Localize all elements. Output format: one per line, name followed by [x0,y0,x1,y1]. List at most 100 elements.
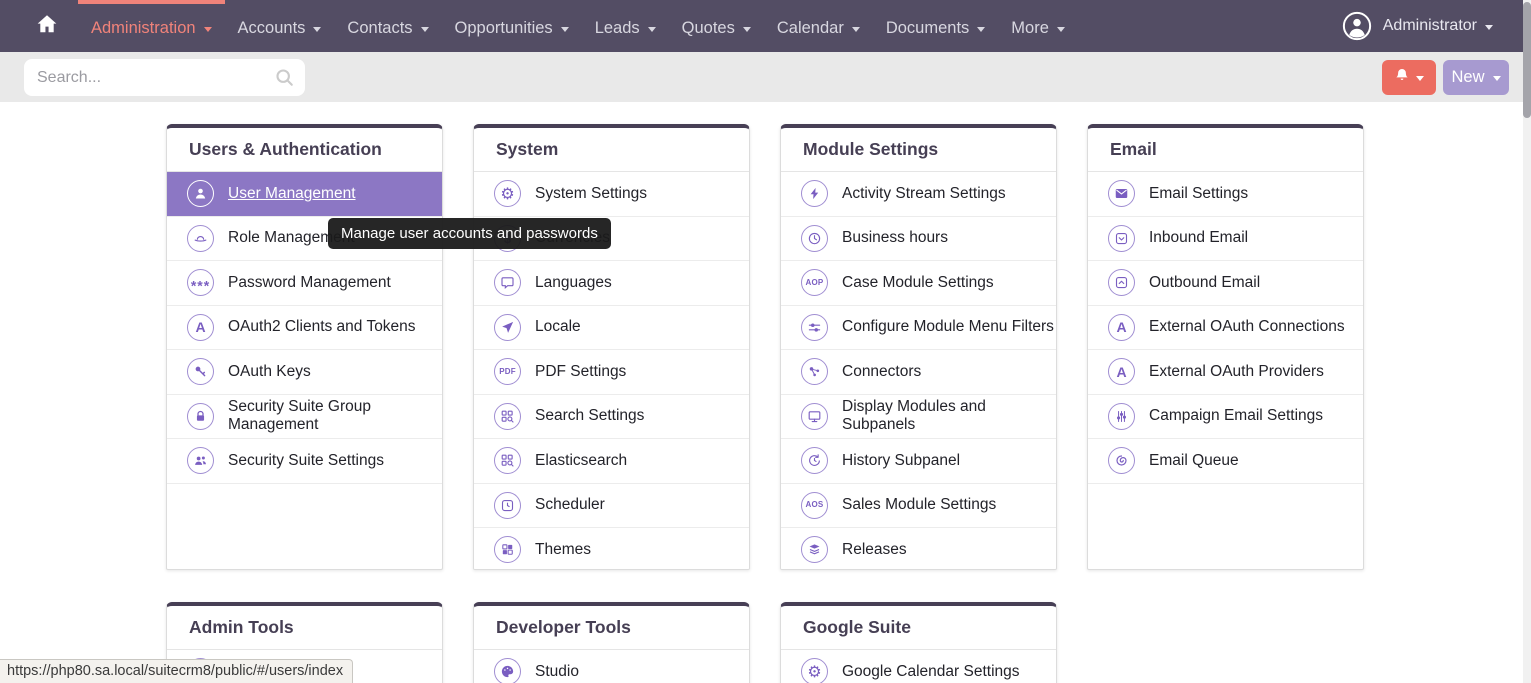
admin-link-configure-module-menu-filters[interactable]: Configure Module Menu Filters [781,306,1056,351]
user-icon [187,180,214,207]
monitor-icon [801,403,828,430]
admin-link-case-module-settings[interactable]: AOPCase Module Settings [781,261,1056,306]
card-google-suite: Google Suite ⚙Google Calendar Settings [780,602,1057,683]
clock-icon [801,225,828,252]
card-header: Google Suite [781,606,1056,650]
admin-link-studio[interactable]: Studio [474,650,749,683]
key-icon [187,358,214,385]
oauth-a-icon: A [1108,314,1135,341]
pdf-icon: PDF [494,358,521,385]
scrollbar-thumb[interactable] [1523,2,1531,118]
admin-link-user-management[interactable]: User Management [167,172,442,217]
user-menu[interactable]: Administrator [1342,0,1493,52]
admin-link-connectors[interactable]: Connectors [781,350,1056,395]
admin-link-pdf-settings[interactable]: PDF PDF Settings [474,350,749,395]
nav-item-quotes[interactable]: Quotes [669,0,764,52]
chevron-down-icon [561,27,569,32]
nav-item-label: Calendar [777,19,844,38]
nav-item-contacts[interactable]: Contacts [334,0,441,52]
card-header: Developer Tools [474,606,749,650]
admin-link-security-suite-group-management[interactable]: Security Suite Group Management [167,395,442,440]
admin-link-outbound-email[interactable]: Outbound Email [1088,261,1363,306]
home-button[interactable] [26,0,68,52]
admin-link-system-settings[interactable]: ⚙System Settings [474,172,749,217]
card-title: Google Suite [803,617,911,638]
admin-link-oauth2-clients-and-tokens[interactable]: A OAuth2 Clients and Tokens [167,306,442,351]
admin-link-label: OAuth Keys [228,363,311,381]
bell-icon [1394,67,1410,88]
nav-item-leads[interactable]: Leads [582,0,669,52]
admin-link-label: OAuth2 Clients and Tokens [228,318,416,336]
chevron-down-icon [421,27,429,32]
sliders-h-icon [801,314,828,341]
admin-link-scheduler[interactable]: Scheduler [474,484,749,529]
admin-link-security-suite-settings[interactable]: Security Suite Settings [167,439,442,484]
oauth-a-icon: A [187,314,214,341]
inbound-mail-icon [1108,225,1135,252]
admin-link-business-hours[interactable]: Business hours [781,217,1056,262]
chevron-down-icon [1485,25,1493,30]
scrollbar-track[interactable] [1523,0,1531,683]
nav-item-label: Opportunities [455,19,553,38]
nav-item-accounts[interactable]: Accounts [225,0,335,52]
admin-link-label: User Management [228,185,356,203]
admin-link-languages[interactable]: Languages [474,261,749,306]
nav-item-opportunities[interactable]: Opportunities [442,0,582,52]
nav-item-more[interactable]: More [998,0,1078,52]
notifications-button[interactable] [1382,60,1436,95]
nav-item-calendar[interactable]: Calendar [764,0,873,52]
oauth-a-icon: A [1108,358,1135,385]
admin-link-history-subpanel[interactable]: History Subpanel [781,439,1056,484]
user-name: Administrator [1383,17,1477,35]
share-nodes-icon [801,358,828,385]
admin-link-inbound-email[interactable]: Inbound Email [1088,217,1363,262]
gear-icon: ⚙ [494,180,521,207]
nav-item-administration[interactable]: Administration [78,0,225,52]
card-header: System [474,128,749,172]
admin-link-elasticsearch[interactable]: Elasticsearch [474,439,749,484]
search-icon[interactable] [274,67,295,93]
admin-link-label: Security Suite Group Management [228,398,442,434]
nav-item-label: Leads [595,19,640,38]
snail-icon [1108,447,1135,474]
admin-link-sales-module-settings[interactable]: AOSSales Module Settings [781,484,1056,529]
admin-link-email-queue[interactable]: Email Queue [1088,439,1363,484]
chevron-down-icon [743,27,751,32]
admin-link-themes[interactable]: Themes [474,528,749,570]
outbound-mail-icon [1108,269,1135,296]
card-module-settings: Module SettingsActivity Stream SettingsB… [780,124,1057,570]
admin-link-campaign-email-settings[interactable]: Campaign Email Settings [1088,395,1363,440]
gear-icon: ⚙ [801,658,828,683]
avatar [1342,11,1372,41]
card-title: Developer Tools [496,617,631,638]
admin-link-external-oauth-connections[interactable]: AExternal OAuth Connections [1088,306,1363,351]
admin-link-email-settings[interactable]: Email Settings [1088,172,1363,217]
admin-link-label: Elasticsearch [535,452,627,470]
admin-link-label: Releases [842,541,907,559]
card-title: Admin Tools [189,617,294,638]
admin-link-label: Connectors [842,363,921,381]
admin-link-google-calendar-settings[interactable]: ⚙Google Calendar Settings [781,650,1056,683]
top-navbar: Administration Accounts Contacts Opportunit… [0,0,1531,52]
admin-link-activity-stream-settings[interactable]: Activity Stream Settings [781,172,1056,217]
admin-link-label: PDF Settings [535,363,626,381]
nav-item-label: Contacts [347,19,412,38]
nav-item-label: Accounts [238,19,306,38]
admin-link-search-settings[interactable]: Search Settings [474,395,749,440]
nav-item-documents[interactable]: Documents [873,0,998,52]
search-input[interactable] [24,59,305,96]
admin-link-releases[interactable]: Releases [781,528,1056,570]
admin-link-display-modules-and-subpanels[interactable]: Display Modules and Subpanels [781,395,1056,440]
history-icon [801,447,828,474]
layers-icon [801,536,828,563]
home-icon [36,13,58,40]
admin-link-label: Languages [535,274,612,292]
new-button[interactable]: New [1443,60,1509,95]
admin-link-oauth-keys[interactable]: OAuth Keys [167,350,442,395]
admin-link-locale[interactable]: Locale [474,306,749,351]
admin-link-password-management[interactable]: ***Password Management [167,261,442,306]
chevron-down-icon [977,27,985,32]
chevron-down-icon [852,27,860,32]
admin-link-label: Security Suite Settings [228,452,384,470]
admin-link-external-oauth-providers[interactable]: AExternal OAuth Providers [1088,350,1363,395]
